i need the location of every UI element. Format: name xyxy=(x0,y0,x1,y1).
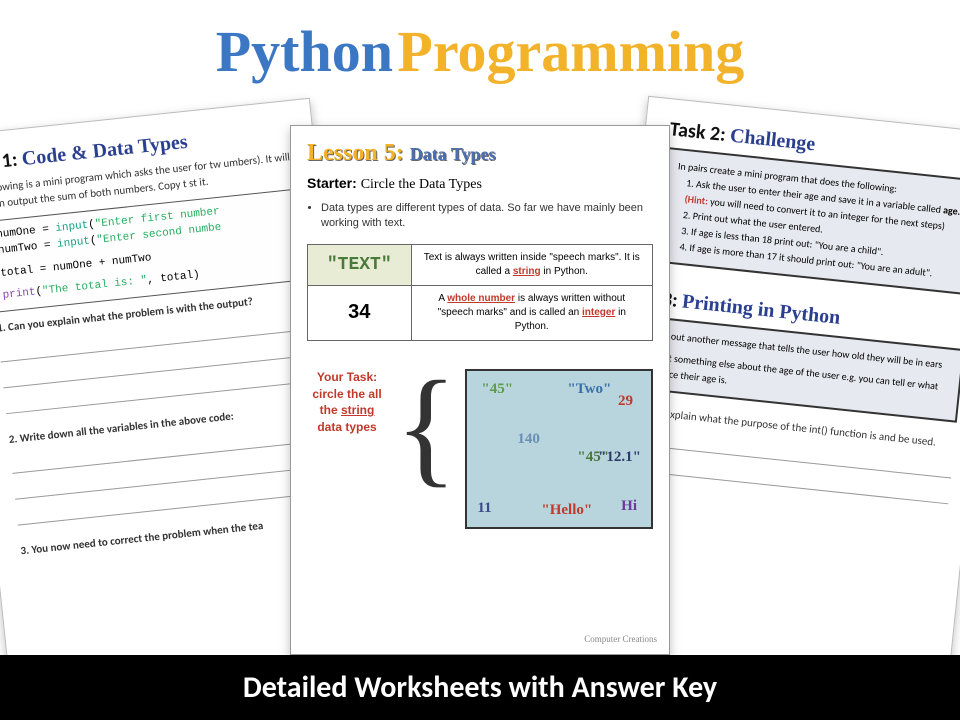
starter-bullet: Data types are different types of data. … xyxy=(321,201,653,232)
logo: Computer Creations xyxy=(584,634,657,644)
data-cloud: "45" "Two" 29 140 "45" "12.1" 11 "Hello"… xyxy=(465,369,653,529)
bracket-icon: { xyxy=(395,369,457,486)
text-cell: "TEXT" xyxy=(308,244,412,285)
title-header: Python Programming xyxy=(0,0,960,93)
lesson-title: Lesson 5: Data Types xyxy=(307,140,653,167)
title-word1: Python xyxy=(216,19,393,84)
num-desc: A whole number is always written without… xyxy=(411,285,653,340)
footer-bar: Detailed Worksheets with Answer Key xyxy=(0,655,960,720)
circle-task: Your Task: circle the all the string dat… xyxy=(307,369,653,529)
task-label: Your Task: circle the all the string dat… xyxy=(307,369,387,436)
worksheet-stage: sk 1: Code & Data Types following is a m… xyxy=(0,105,960,660)
text-desc: Text is always written inside "speech ma… xyxy=(411,244,653,285)
worksheet-center: Lesson 5: Data Types Starter: Circle the… xyxy=(290,125,670,655)
num-cell: 34 xyxy=(308,285,412,340)
challenge-box: In pairs create a mini program that does… xyxy=(656,147,960,295)
datatype-table: "TEXT" Text is always written inside "sp… xyxy=(307,244,653,341)
starter-heading: Starter: Circle the Data Types xyxy=(307,175,653,193)
title-word2: Programming xyxy=(397,19,744,84)
